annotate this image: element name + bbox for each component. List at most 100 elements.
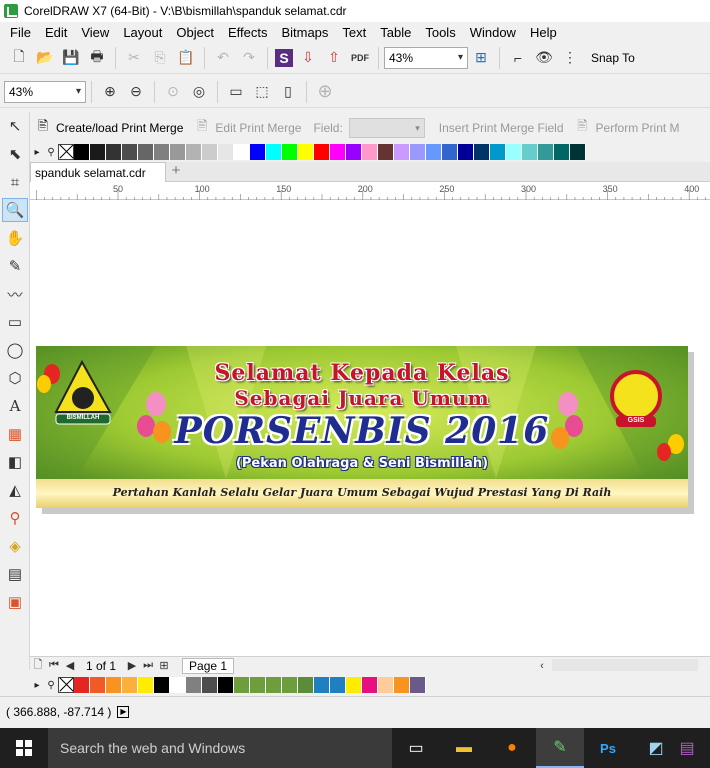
add-icon[interactable]: ⊕ bbox=[314, 81, 336, 103]
zoom-to-page-icon[interactable]: ▭ bbox=[225, 81, 247, 103]
undo-icon[interactable]: ↶ bbox=[212, 47, 234, 69]
color-swatch[interactable] bbox=[330, 144, 346, 160]
color-swatch[interactable] bbox=[362, 144, 378, 160]
eyedropper-icon[interactable]: ⚲ bbox=[44, 677, 58, 693]
perform-print-merge-button[interactable]: 🖹 Perform Print M bbox=[576, 118, 679, 135]
freehand-tool-icon[interactable]: ✎ bbox=[2, 254, 28, 278]
palette-menu-arrow-icon[interactable]: ▸ bbox=[30, 144, 44, 160]
artistic-media-tool-icon[interactable]: 〰 bbox=[2, 282, 28, 306]
color-swatch[interactable] bbox=[442, 144, 458, 160]
color-swatch[interactable] bbox=[250, 144, 266, 160]
color-swatch[interactable] bbox=[234, 677, 250, 693]
zoom-to-selected-icon[interactable]: ⊙ bbox=[162, 81, 184, 103]
color-swatch[interactable] bbox=[186, 677, 202, 693]
menu-view[interactable]: View bbox=[75, 25, 117, 40]
scroll-left-icon[interactable]: ‹ bbox=[534, 660, 550, 672]
copy-icon[interactable]: ⎘ bbox=[149, 47, 171, 69]
pick-tool-icon[interactable]: ↖ bbox=[2, 114, 28, 138]
save-icon[interactable]: 💾 bbox=[60, 47, 82, 69]
color-swatch[interactable] bbox=[378, 144, 394, 160]
color-swatch[interactable] bbox=[154, 677, 170, 693]
cut-icon[interactable]: ✂ bbox=[123, 47, 145, 69]
color-swatch[interactable] bbox=[314, 144, 330, 160]
zoom-out-icon[interactable]: ⊖ bbox=[125, 81, 147, 103]
ellipse-tool-icon[interactable]: ◯ bbox=[2, 338, 28, 362]
color-swatch[interactable] bbox=[298, 144, 314, 160]
color-swatch[interactable] bbox=[394, 677, 410, 693]
open-folder-icon[interactable]: 📂 bbox=[34, 47, 56, 69]
color-swatch[interactable] bbox=[282, 144, 298, 160]
next-page-icon[interactable]: ▶ bbox=[124, 659, 140, 672]
color-swatch[interactable] bbox=[170, 144, 186, 160]
rectangle-tool-icon[interactable]: ▭ bbox=[2, 310, 28, 334]
redo-icon[interactable]: ↷ bbox=[238, 47, 260, 69]
color-swatch[interactable] bbox=[346, 677, 362, 693]
color-swatch[interactable] bbox=[90, 144, 106, 160]
menu-tools[interactable]: Tools bbox=[419, 25, 463, 40]
rar-app-icon[interactable]: ▤ bbox=[679, 728, 694, 768]
zoom-to-page-height-icon[interactable]: ▯ bbox=[277, 81, 299, 103]
color-swatch[interactable] bbox=[154, 144, 170, 160]
color-swatch[interactable] bbox=[282, 677, 298, 693]
insert-print-merge-field-button[interactable]: Insert Print Merge Field bbox=[439, 121, 564, 135]
shape-tool-icon[interactable]: ⬉ bbox=[2, 142, 28, 166]
horizontal-ruler[interactable]: 50 100 150 200 250 300 350 400 bbox=[30, 182, 710, 200]
create-load-print-merge-button[interactable]: 🖹 Create/load Print Merge bbox=[36, 118, 184, 135]
color-swatch[interactable] bbox=[426, 144, 442, 160]
view-icon[interactable]: 👁 bbox=[533, 47, 555, 69]
no-color-swatch[interactable] bbox=[58, 677, 74, 693]
color-swatch[interactable] bbox=[522, 144, 538, 160]
color-swatch[interactable] bbox=[218, 677, 234, 693]
zoom-to-page-width-icon[interactable]: ⬚ bbox=[251, 81, 273, 103]
menu-edit[interactable]: Edit bbox=[39, 25, 75, 40]
paste-icon[interactable]: 📋 bbox=[175, 47, 197, 69]
menu-help[interactable]: Help bbox=[524, 25, 565, 40]
color-swatch[interactable] bbox=[106, 677, 122, 693]
color-swatch[interactable] bbox=[378, 677, 394, 693]
menu-object[interactable]: Object bbox=[170, 25, 222, 40]
outline-pen-tool-icon[interactable]: ▣ bbox=[2, 590, 28, 614]
publish-pdf-icon[interactable]: PDF bbox=[349, 47, 371, 69]
smart-fill-tool-icon[interactable]: ▤ bbox=[2, 562, 28, 586]
color-swatch[interactable] bbox=[362, 677, 378, 693]
pan-tool-icon[interactable]: ✋ bbox=[2, 226, 28, 250]
show-rulers-icon[interactable]: ⌐ bbox=[507, 47, 529, 69]
zoom-level-combo[interactable]: 43% ▾ bbox=[384, 46, 468, 69]
color-swatch[interactable] bbox=[186, 144, 202, 160]
color-swatch[interactable] bbox=[202, 144, 218, 160]
snap-to-dropdown[interactable]: Snap To bbox=[591, 51, 635, 65]
color-swatch[interactable] bbox=[410, 677, 426, 693]
color-swatch[interactable] bbox=[138, 677, 154, 693]
color-swatch[interactable] bbox=[346, 144, 362, 160]
color-swatch[interactable] bbox=[266, 144, 282, 160]
file-explorer-icon[interactable]: ▬ bbox=[440, 728, 488, 768]
import-icon[interactable]: ⇩ bbox=[297, 47, 319, 69]
color-swatch[interactable] bbox=[490, 144, 506, 160]
print-icon[interactable]: 🖶 bbox=[86, 47, 108, 69]
color-swatch[interactable] bbox=[570, 144, 586, 160]
export-icon[interactable]: ⇧ bbox=[323, 47, 345, 69]
interactive-fill-tool-icon[interactable]: ◈ bbox=[2, 534, 28, 558]
color-swatch[interactable] bbox=[106, 144, 122, 160]
edit-print-merge-button[interactable]: 🖹 Edit Print Merge bbox=[195, 118, 301, 135]
menu-window[interactable]: Window bbox=[464, 25, 524, 40]
color-swatch[interactable] bbox=[122, 144, 138, 160]
color-swatch[interactable] bbox=[458, 144, 474, 160]
zoom-tool-icon[interactable]: 🔍 bbox=[2, 198, 28, 222]
new-document-icon[interactable]: 🗋 bbox=[8, 47, 30, 69]
color-swatch[interactable] bbox=[266, 677, 282, 693]
transparency-tool-icon[interactable]: ◭ bbox=[2, 478, 28, 502]
menu-file[interactable]: File bbox=[4, 25, 39, 40]
text-tool-icon[interactable]: A bbox=[2, 394, 28, 418]
menu-text[interactable]: Text bbox=[336, 25, 374, 40]
drop-shadow-tool-icon[interactable]: ◧ bbox=[2, 450, 28, 474]
previous-page-icon[interactable]: ◀ bbox=[62, 659, 78, 672]
color-swatch[interactable] bbox=[538, 144, 554, 160]
no-color-swatch[interactable] bbox=[58, 144, 74, 160]
add-page-icon[interactable]: ⊞ bbox=[156, 659, 172, 672]
color-swatch[interactable] bbox=[138, 144, 154, 160]
color-swatch[interactable] bbox=[314, 677, 330, 693]
menu-table[interactable]: Table bbox=[374, 25, 419, 40]
banner-artwork[interactable]: Selamat Kepada Kelas Sebagai Juara Umum … bbox=[36, 346, 688, 508]
task-view-icon[interactable]: ▭ bbox=[392, 728, 440, 768]
